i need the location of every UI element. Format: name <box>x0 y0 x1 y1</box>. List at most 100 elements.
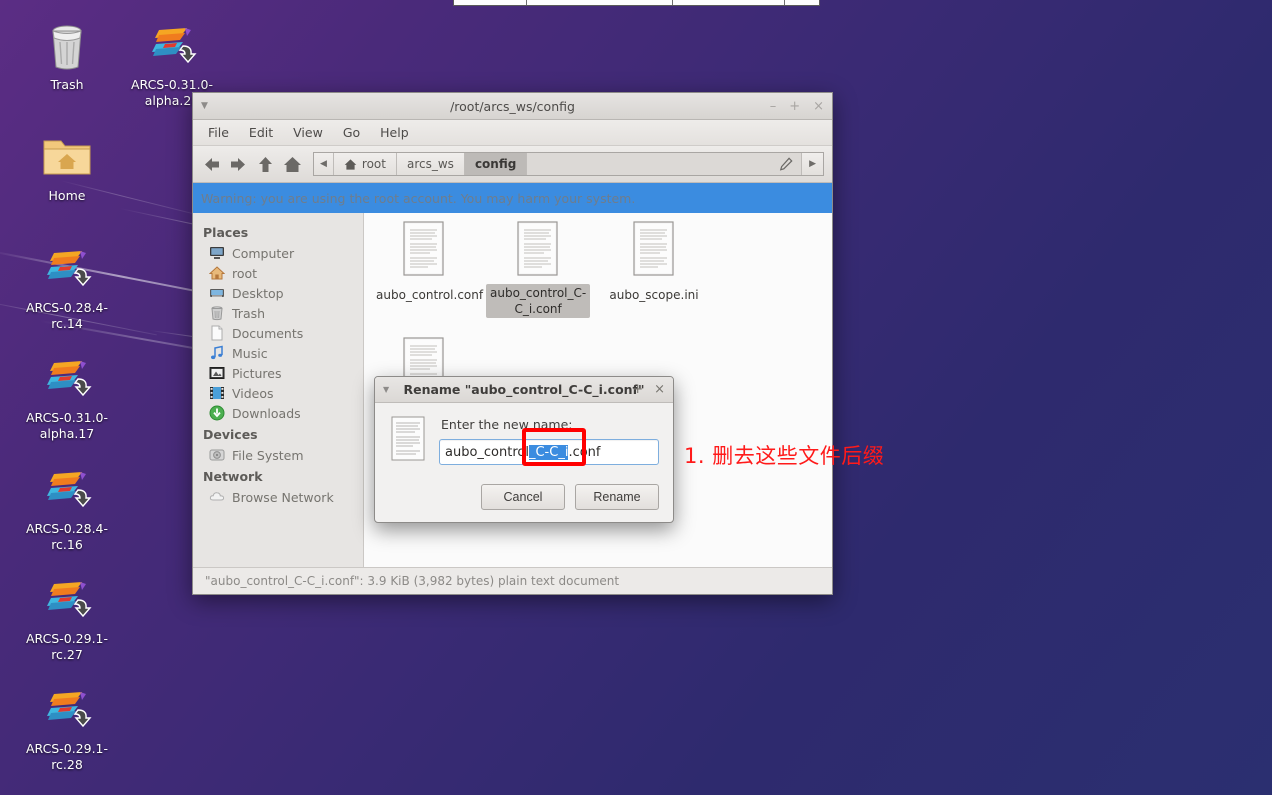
sidebar-item-label: Pictures <box>232 365 282 381</box>
sidebar-group-header-places: Places <box>203 225 249 240</box>
rename-dialog-titlebar[interactable]: ▼ Rename "aubo_control_C-C_i.conf" + × <box>375 377 673 403</box>
back-icon[interactable] <box>201 154 222 175</box>
rename-button[interactable]: Rename <box>575 484 659 510</box>
root-warning-bar: Warning: you are using the root account.… <box>193 183 832 213</box>
sidebar-item-computer[interactable]: Computer <box>193 243 363 263</box>
sidebar-item-desktop[interactable]: Desktop <box>193 283 363 303</box>
desktop-icon-arcs-0-29-1-rc-27[interactable]: ARCS-0.29.1-rc.27 <box>12 576 122 663</box>
up-icon[interactable] <box>255 154 276 175</box>
maximize-button[interactable]: + <box>789 100 800 113</box>
sidebar-item-label: Browse Network <box>232 489 334 505</box>
sidebar-item-documents[interactable]: Documents <box>193 323 363 343</box>
status-bar: "aubo_control_C-C_i.conf": 3.9 KiB (3,98… <box>193 567 832 594</box>
menu-bar[interactable]: File Edit View Go Help <box>193 120 832 146</box>
document-icon <box>389 415 429 474</box>
file-manager-titlebar[interactable]: ▼ /root/arcs_ws/config – + × <box>193 93 832 120</box>
file-item-label: aubo_scope.ini <box>609 288 699 302</box>
sidebar-item-browse-network[interactable]: Browse Network <box>193 487 363 507</box>
rename-prompt: Enter the new name: <box>441 417 573 432</box>
file-item[interactable]: aubo_control.conf <box>372 221 483 304</box>
window-menu-icon[interactable]: ▼ <box>201 101 208 111</box>
breadcrumb-scroll-left[interactable]: ◀ <box>314 153 334 175</box>
menu-item-help[interactable]: Help <box>371 123 418 142</box>
dialog-menu-icon[interactable]: ▼ <box>383 385 389 394</box>
breadcrumb-item-arcs_ws[interactable]: arcs_ws <box>396 153 465 175</box>
arcs-shortcut-icon <box>12 245 122 297</box>
sidebar-item-file-system[interactable]: File System <box>193 445 363 465</box>
desktop-icon-label: ARCS-0.31.0-alpha.17 <box>25 410 109 441</box>
breadcrumb-scroll-right[interactable]: ▶ <box>801 153 823 175</box>
file-item-label: aubo_control.conf <box>376 288 484 302</box>
breadcrumb-label: arcs_ws <box>406 157 454 171</box>
sidebar-item-music[interactable]: Music <box>193 343 363 363</box>
menu-item-view[interactable]: View <box>284 123 332 142</box>
sidebar-item-downloads[interactable]: Downloads <box>193 403 363 423</box>
file-document-icon <box>372 221 476 279</box>
desktop-icon-home[interactable]: Home <box>12 133 122 204</box>
document-icon <box>209 325 225 341</box>
sidebar-item-videos[interactable]: Videos <box>193 383 363 403</box>
status-text: "aubo_control_C-C_i.conf": 3.9 KiB (3,98… <box>205 574 620 588</box>
home-folder-icon <box>12 133 122 185</box>
sidebar-item-trash[interactable]: Trash <box>193 303 363 323</box>
breadcrumb[interactable]: ◀ root arcs_ws config ▶ <box>313 152 824 176</box>
navigation-toolbar[interactable]: ◀ root arcs_ws config ▶ <box>193 146 832 183</box>
desktop-icon <box>209 285 225 301</box>
annotation-text: 1. 删去这些文件后缀 <box>684 444 885 468</box>
trash-icon <box>209 305 225 321</box>
harddisk-icon <box>209 447 225 463</box>
home-icon[interactable] <box>282 154 303 175</box>
menu-item-file[interactable]: File <box>199 123 238 142</box>
dialog-plus-button[interactable]: + <box>632 383 643 396</box>
breadcrumb-item-root[interactable]: root <box>333 153 397 175</box>
close-button[interactable]: × <box>813 100 824 113</box>
breadcrumb-empty-area[interactable] <box>527 153 802 175</box>
rename-dialog-actions: Cancel Rename <box>375 474 673 522</box>
computer-icon <box>209 245 225 261</box>
menu-item-edit[interactable]: Edit <box>240 123 282 142</box>
desktop-icon-arcs-0-28-4-rc-16[interactable]: ARCS-0.28.4-rc.16 <box>12 466 122 553</box>
dialog-close-button[interactable]: × <box>654 383 665 396</box>
input-suffix: .conf <box>568 444 601 460</box>
video-icon <box>209 385 225 401</box>
forward-icon[interactable] <box>228 154 249 175</box>
sidebar-item-label: Videos <box>232 385 274 401</box>
minimize-button[interactable]: – <box>770 100 777 113</box>
breadcrumb-label: config <box>474 157 517 171</box>
menu-item-go[interactable]: Go <box>334 123 369 142</box>
sidebar-item-label: root <box>232 265 258 281</box>
new-name-input[interactable]: aubo_control _C-C_i .conf <box>439 439 659 465</box>
file-item[interactable]: aubo_control_C-C_i.conf <box>486 221 591 318</box>
arcs-shortcut-icon <box>12 576 122 628</box>
arcs-shortcut-icon <box>12 466 122 518</box>
places-sidebar[interactable]: Places Computer root Desktop Trash Documents M… <box>193 213 364 567</box>
desktop-icon-label: ARCS-0.28.4-rc.14 <box>25 300 109 331</box>
desktop-icon-label: ARCS-0.29.1-rc.27 <box>25 631 109 662</box>
desktop-icon-trash[interactable]: Trash <box>12 22 122 93</box>
input-prefix: aubo_control <box>445 444 529 460</box>
desktop-icon-arcs-0-29-1-rc-28[interactable]: ARCS-0.29.1-rc.28 <box>12 686 122 773</box>
file-document-icon <box>486 221 590 279</box>
arcs-shortcut-icon <box>117 22 227 74</box>
rename-dialog-title: Rename "aubo_control_C-C_i.conf" <box>403 382 645 397</box>
sidebar-item-pictures[interactable]: Pictures <box>193 363 363 383</box>
pencil-icon[interactable] <box>779 157 793 171</box>
network-icon <box>209 489 225 505</box>
file-item[interactable]: aubo_scope.ini <box>602 221 706 304</box>
desktop-icon-label: ARCS-0.28.4-rc.16 <box>25 521 109 552</box>
rename-dialog[interactable]: ▼ Rename "aubo_control_C-C_i.conf" + × E… <box>374 376 674 523</box>
desktop-icon-label: Trash <box>50 77 84 92</box>
sidebar-item-root[interactable]: root <box>193 263 363 283</box>
cancel-button[interactable]: Cancel <box>481 484 565 510</box>
desktop-icon-arcs-0-31-0-alpha-17[interactable]: ARCS-0.31.0-alpha.17 <box>12 355 122 442</box>
desktop-icon-arcs-0-28-4-rc-14[interactable]: ARCS-0.28.4-rc.14 <box>12 245 122 332</box>
pictures-icon <box>209 365 225 381</box>
input-selected-text: _C-C_i <box>528 444 569 460</box>
arcs-shortcut-icon <box>12 355 122 407</box>
music-icon <box>209 345 225 361</box>
background-window-sliver[interactable] <box>453 0 820 6</box>
breadcrumb-item-config[interactable]: config <box>464 153 528 175</box>
home-icon <box>208 265 226 281</box>
sidebar-item-label: File System <box>232 447 304 463</box>
arcs-shortcut-icon <box>12 686 122 738</box>
